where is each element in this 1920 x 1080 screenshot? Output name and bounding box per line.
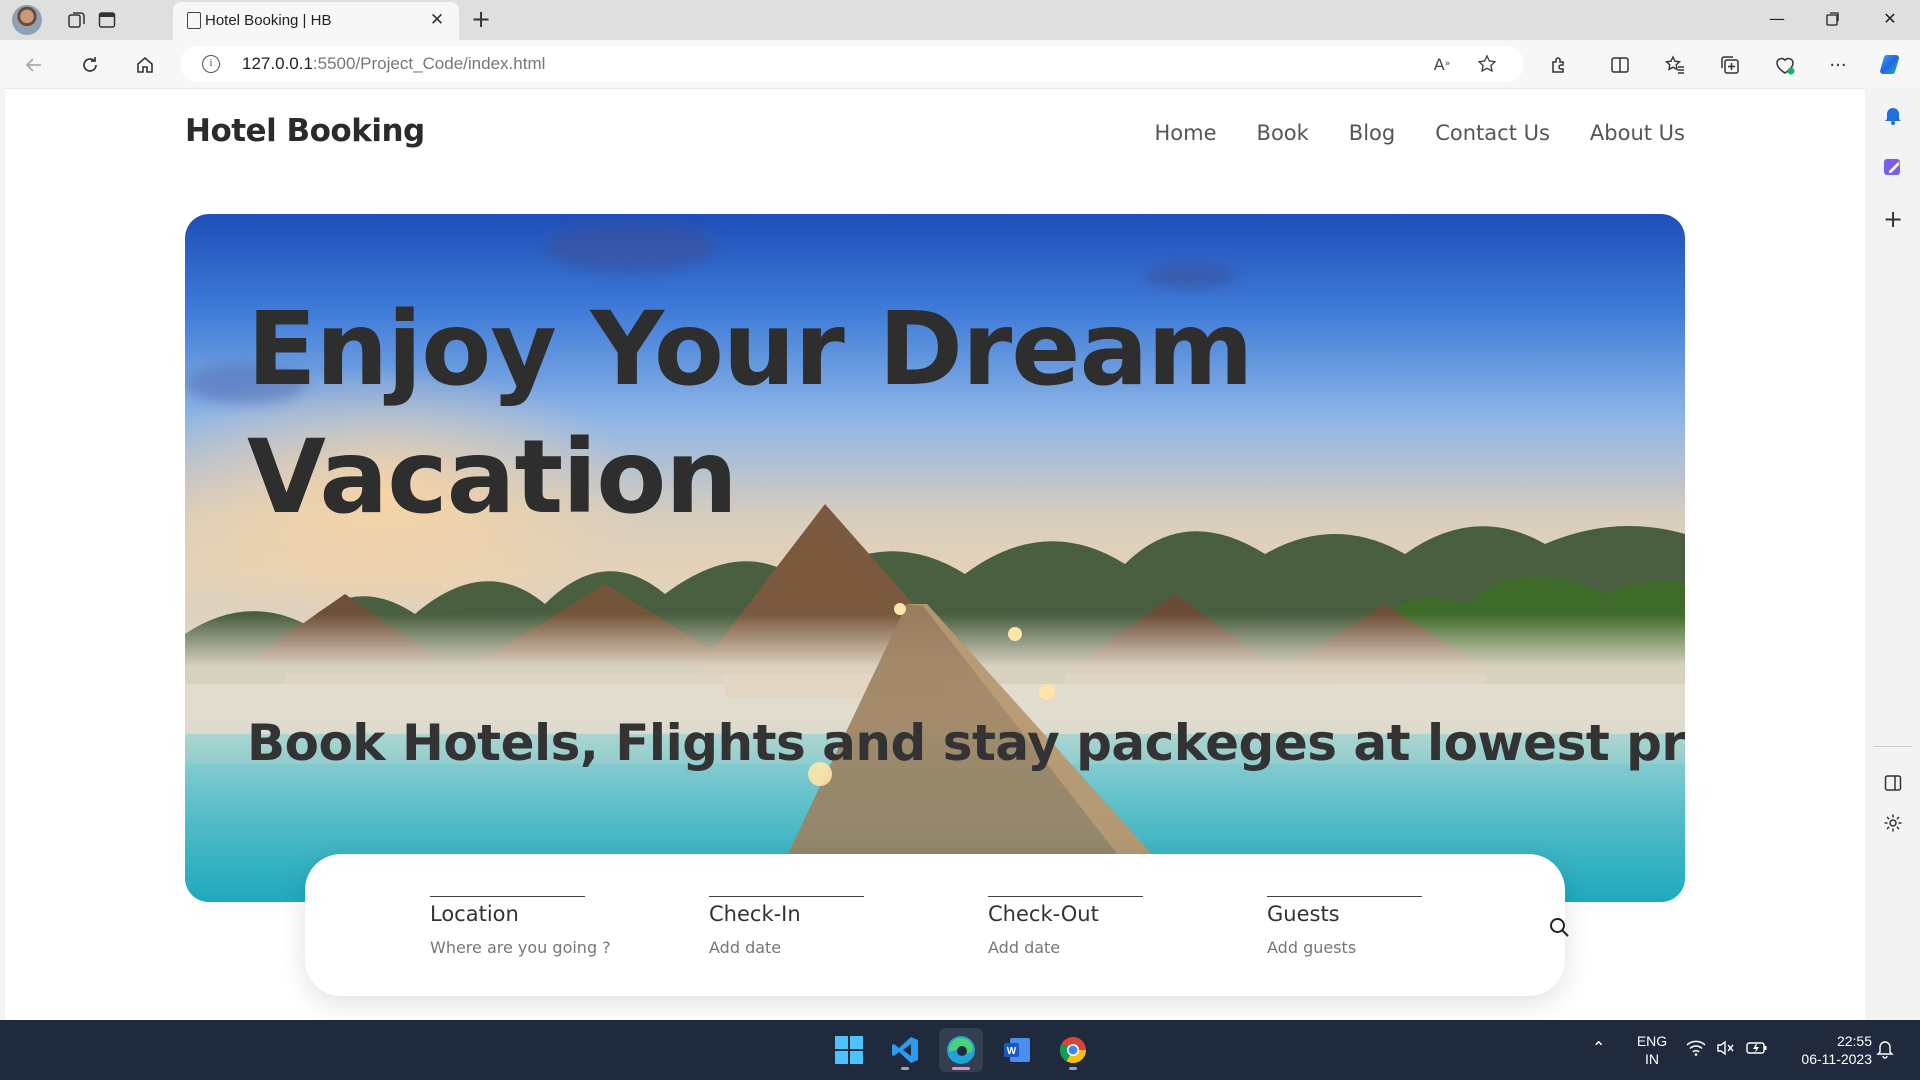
clock-time: 22:55 (1836, 1033, 1872, 1049)
refresh-icon[interactable] (74, 49, 106, 81)
favorites-icon[interactable] (1659, 49, 1691, 81)
minimize-icon[interactable]: — (1757, 4, 1797, 34)
field-divider (430, 896, 585, 897)
tab-title: Hotel Booking | HB (205, 12, 332, 29)
browser-tab-bar: Hotel Booking | HB ✕ + — ✕ (0, 0, 1920, 40)
split-screen-icon[interactable] (1604, 49, 1636, 81)
booking-search-bar: Location Where are you going ? Check-In … (305, 854, 1569, 996)
add-sidebar-app-icon[interactable]: + (1878, 204, 1908, 234)
browser-essentials-icon[interactable] (1769, 49, 1801, 81)
active-indicator (952, 1067, 970, 1070)
running-indicator (1069, 1067, 1077, 1070)
vertical-tabs-icon[interactable] (92, 5, 122, 35)
guests-label: Guests (1267, 902, 1340, 926)
field-divider (1267, 896, 1422, 897)
address-bar[interactable]: i 127.0.0.1:5500/Project_Code/index.html… (180, 46, 1524, 82)
nav-contact-us[interactable]: Contact Us (1435, 121, 1550, 145)
vscode-icon[interactable] (883, 1028, 927, 1072)
close-window-icon[interactable]: ✕ (1870, 4, 1910, 34)
running-indicator (901, 1067, 909, 1070)
edge-icon[interactable] (939, 1028, 983, 1072)
designer-icon[interactable] (1878, 152, 1908, 182)
restore-icon[interactable] (1813, 4, 1853, 34)
check-out-label: Check-Out (988, 902, 1099, 926)
clock-date: 06-11-2023 (1801, 1051, 1872, 1067)
field-divider (988, 896, 1143, 897)
region-code: IN (1645, 1051, 1659, 1067)
language-code: ENG (1636, 1033, 1668, 1049)
site-info-icon[interactable]: i (202, 55, 220, 73)
read-aloud-icon[interactable]: A» (1428, 50, 1456, 78)
browser-toolbar: i 127.0.0.1:5500/Project_Code/index.html… (0, 40, 1920, 88)
page-viewport: Hotel Booking Home Book Blog Contact Us … (5, 88, 1865, 1020)
chrome-icon[interactable] (1051, 1028, 1095, 1072)
clock[interactable]: 22:55 06-11-2023 (1780, 1032, 1872, 1068)
collections-icon[interactable] (1714, 49, 1746, 81)
browser-tab-active[interactable]: Hotel Booking | HB ✕ (173, 2, 459, 40)
check-out-input[interactable]: Add date (988, 938, 1228, 957)
profile-avatar[interactable] (12, 5, 42, 35)
page-icon (187, 12, 201, 29)
guests-input[interactable]: Add guests (1267, 938, 1507, 957)
back-icon[interactable] (18, 49, 50, 81)
hero-banner: Enjoy Your Dream Vacation Book Hotels, F… (185, 214, 1685, 902)
url-host: 127.0.0.1 (242, 54, 313, 73)
check-out-field[interactable]: Check-Out Add date (988, 896, 1228, 957)
nav-book[interactable]: Book (1257, 121, 1309, 145)
notifications-icon[interactable] (1878, 100, 1908, 130)
nav-home[interactable]: Home (1155, 121, 1217, 145)
hero-title: Enjoy Your Dream Vacation (247, 290, 1254, 537)
settings-gear-icon[interactable] (1878, 808, 1908, 838)
site-logo[interactable]: Hotel Booking (185, 113, 425, 149)
check-in-field[interactable]: Check-In Add date (709, 896, 949, 957)
guests-field[interactable]: Guests Add guests (1267, 896, 1507, 957)
wifi-icon[interactable] (1686, 1040, 1706, 1060)
nav-blog[interactable]: Blog (1349, 121, 1395, 145)
sidebar-divider (1874, 746, 1912, 747)
home-icon[interactable] (129, 49, 161, 81)
notification-bell-icon[interactable] (1876, 1039, 1894, 1063)
workspaces-icon[interactable] (62, 5, 92, 35)
favorite-star-icon[interactable] (1473, 50, 1501, 78)
copilot-icon[interactable] (1876, 49, 1908, 81)
search-icon[interactable] (1548, 916, 1570, 938)
field-divider (709, 896, 864, 897)
tray-overflow-icon[interactable]: ⌃ (1592, 1038, 1605, 1057)
extensions-icon[interactable] (1543, 49, 1575, 81)
hero-subtitle: Book Hotels, Flights and stay packeges a… (247, 714, 1685, 772)
word-icon[interactable]: W (995, 1028, 1039, 1072)
windows-start-icon[interactable] (827, 1028, 871, 1072)
site-header: Hotel Booking Home Book Blog Contact Us … (185, 89, 1685, 179)
nav-about-us[interactable]: About Us (1590, 121, 1685, 145)
location-label: Location (430, 902, 519, 926)
location-field[interactable]: Location Where are you going ? (430, 896, 670, 957)
url-path: :5500/Project_Code/index.html (312, 54, 546, 73)
location-input[interactable]: Where are you going ? (430, 938, 670, 957)
edge-sidebar: + (1866, 88, 1920, 1020)
tab-close-icon[interactable]: ✕ (425, 8, 449, 32)
language-indicator[interactable]: ENG IN (1630, 1032, 1674, 1068)
volume-muted-icon[interactable] (1716, 1040, 1736, 1060)
check-in-label: Check-In (709, 902, 801, 926)
battery-charging-icon[interactable] (1746, 1040, 1768, 1060)
site-nav: Home Book Blog Contact Us About Us (1155, 121, 1685, 145)
new-tab-icon[interactable]: + (466, 5, 496, 35)
hide-sidebar-icon[interactable] (1878, 768, 1908, 798)
windows-taskbar: W ⌃ ENG IN 22:55 06-11-2023 (0, 1020, 1920, 1080)
svg-text:W: W (1007, 1046, 1017, 1057)
url-text[interactable]: 127.0.0.1:5500/Project_Code/index.html (242, 54, 545, 74)
check-in-input[interactable]: Add date (709, 938, 949, 957)
more-options-icon[interactable]: ··· (1822, 49, 1854, 81)
